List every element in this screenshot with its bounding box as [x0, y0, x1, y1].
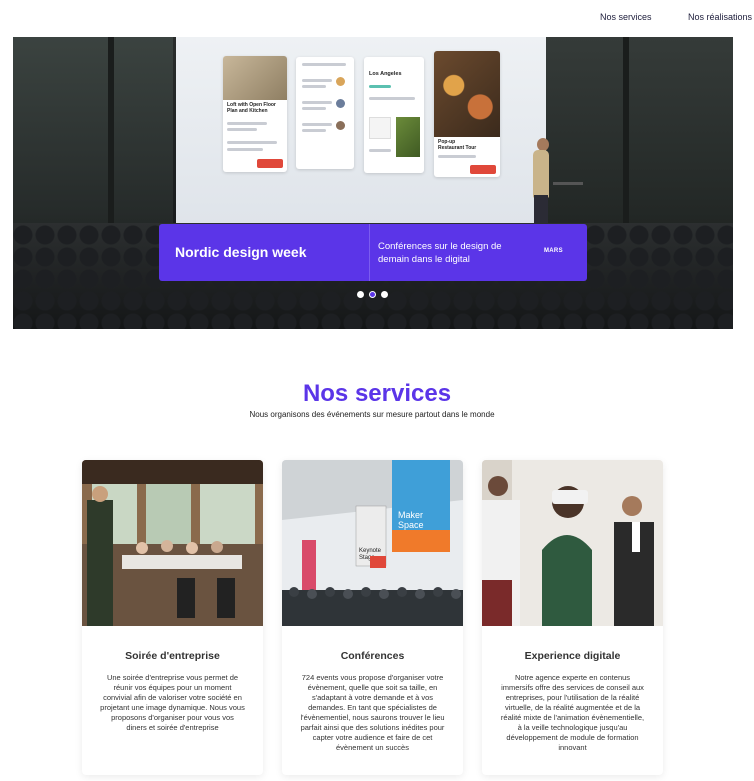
screen-app-card-loft: Loft with Open Floor Plan and Kitchen	[223, 56, 287, 172]
carousel-dot-2[interactable]	[369, 291, 376, 298]
speaker-figure	[534, 195, 548, 225]
card-description: 724 events vous propose d'organiser votr…	[300, 673, 445, 752]
service-card-digital[interactable]: Experience digitale Notre agence experte…	[482, 460, 663, 775]
screen-app-card-restaurant: Pop-up Restaurant Tour	[434, 51, 500, 177]
screen-card-title: Los Angeles	[369, 71, 402, 77]
carousel-dot-1[interactable]	[357, 291, 364, 298]
carousel-dot-3[interactable]	[381, 291, 388, 298]
service-card-soiree[interactable]: Soirée d'entreprise Une soirée d'entrepr…	[82, 460, 263, 775]
event-info-panel: Conférences sur le design de demain dans…	[369, 224, 587, 281]
hero-carousel: Loft with Open Floor Plan and Kitchen Lo…	[13, 37, 733, 329]
screen-app-card-list	[296, 57, 354, 169]
card-description: Une soirée d'entreprise vous permet de r…	[100, 673, 245, 732]
projection-screen: Loft with Open Floor Plan and Kitchen Lo…	[176, 37, 546, 224]
hall-pillar	[623, 37, 629, 227]
event-month: MARS	[544, 248, 563, 254]
nav-link-services[interactable]: Nos services	[600, 12, 652, 22]
nav-link-realisations[interactable]: Nos réalisations	[688, 12, 752, 22]
card-title: Soirée d'entreprise	[125, 650, 220, 662]
card-photo-vr	[482, 460, 663, 626]
service-card-conferences[interactable]: Maker Space Keynote Stage Conférences 724 …	[282, 460, 463, 775]
sign-maker-space: Maker Space	[398, 510, 424, 530]
screen-card-title: Pop-up Restaurant Tour	[438, 139, 477, 151]
hall-pillar	[108, 37, 114, 227]
card-photo-conference: Maker Space Keynote Stage	[282, 460, 463, 626]
card-description: Notre agence experte en contenus immersi…	[500, 673, 645, 752]
card-photo-dinner	[82, 460, 263, 626]
event-title: Nordic design week	[159, 224, 369, 281]
services-heading: Nos services	[302, 380, 452, 407]
services-subtitle: Nous organisons des événements sur mesur…	[249, 410, 495, 419]
speaker-figure	[533, 150, 549, 198]
card-title: Experience digitale	[524, 650, 621, 662]
screen-app-card-los-angeles: Los Angeles	[364, 57, 424, 173]
event-description: Conférences sur le design de demain dans…	[378, 241, 502, 265]
podium	[553, 182, 583, 185]
card-title: Conférences	[340, 650, 405, 662]
screen-card-title: Loft with Open Floor Plan and Kitchen	[227, 102, 276, 114]
carousel-dots	[357, 291, 397, 301]
top-navigation: Nos services Nos réalisations	[0, 0, 754, 37]
